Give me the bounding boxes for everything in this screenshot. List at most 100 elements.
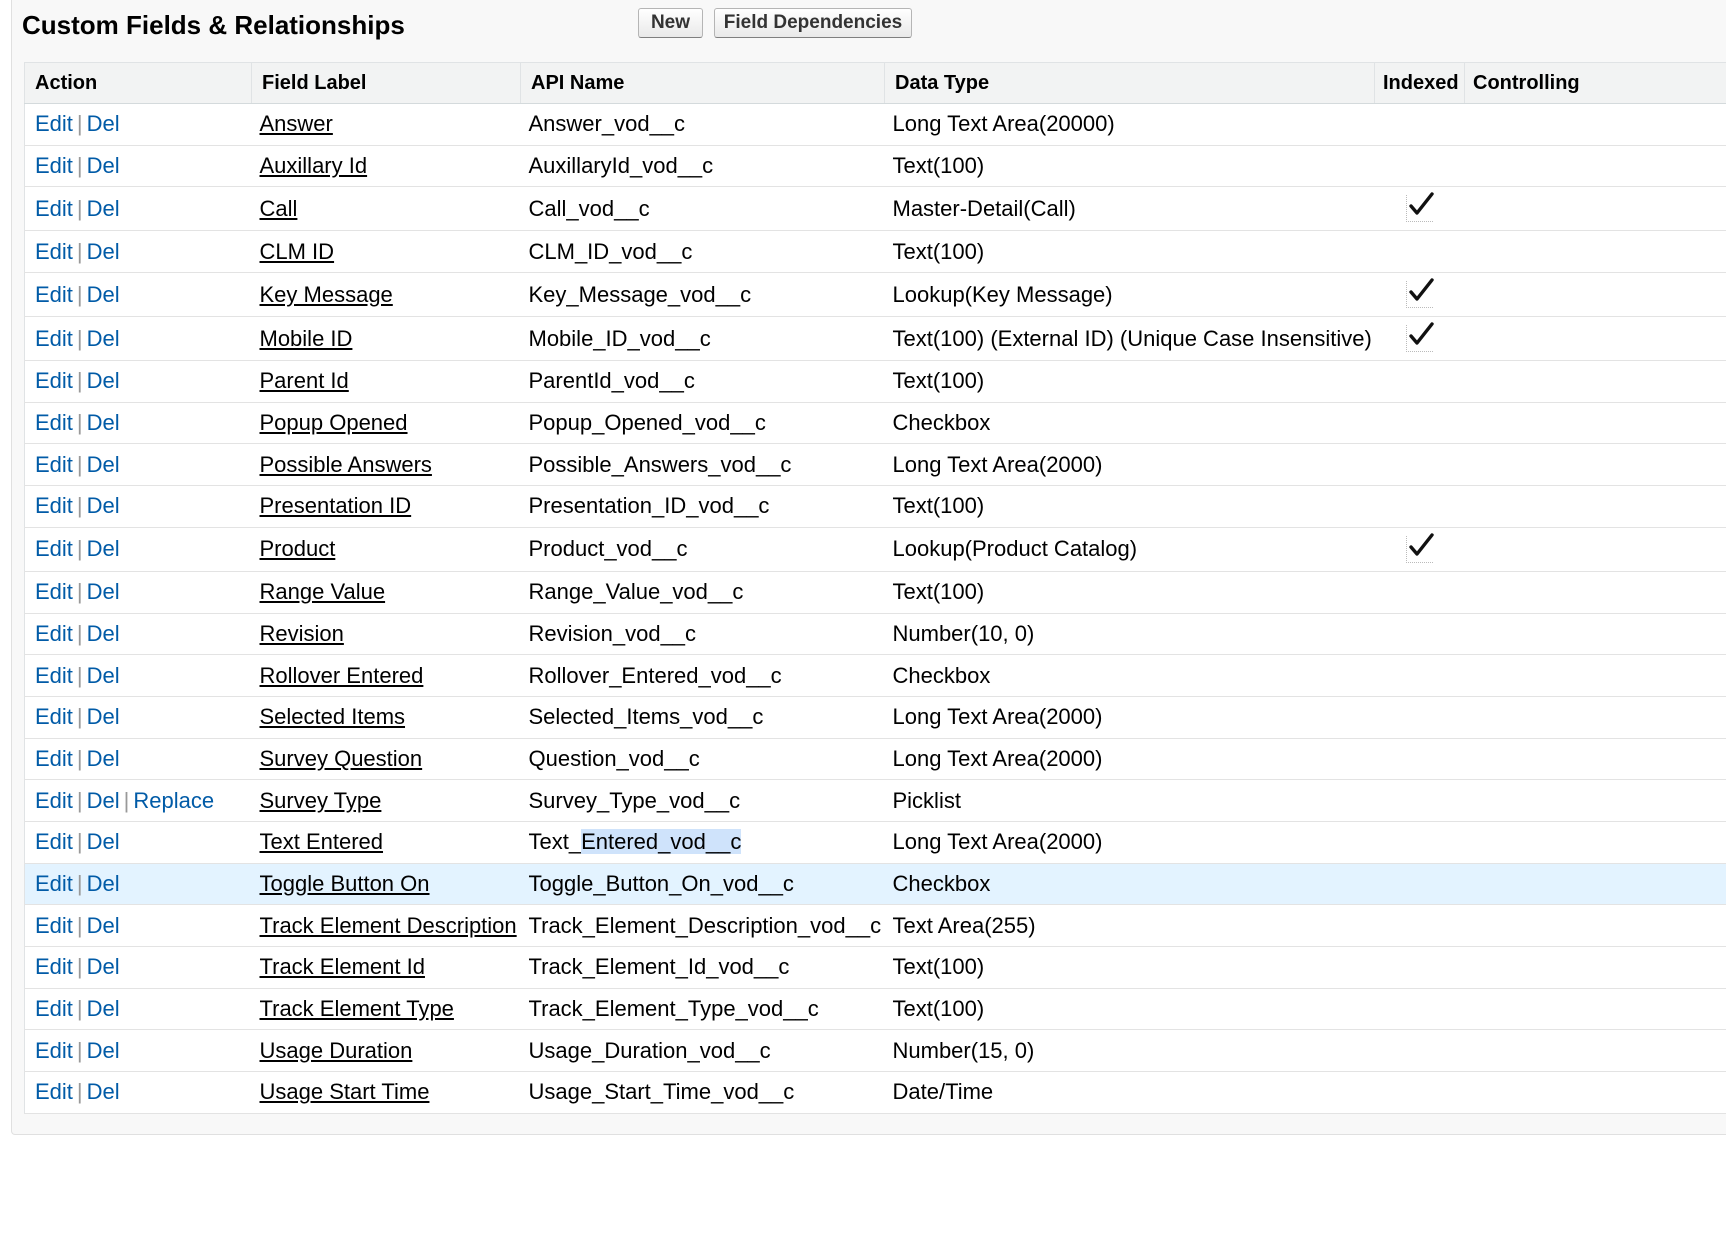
row-actions: Edit | Del	[24, 863, 252, 906]
field-label-link[interactable]: Track Element Description	[260, 913, 517, 938]
field-label-link[interactable]: Call	[260, 196, 298, 221]
data-type-cell: Text(100)	[884, 988, 1375, 1031]
delete-link[interactable]: Del	[87, 913, 120, 938]
delete-link[interactable]: Del	[87, 536, 120, 561]
table-row: Edit | Del | Replace Survey Type Survey_Type_v…	[24, 779, 1726, 822]
delete-link[interactable]: Del	[87, 954, 120, 979]
replace-link[interactable]: Replace	[133, 788, 214, 813]
edit-link[interactable]: Edit	[35, 746, 73, 771]
field-label-link[interactable]: Possible Answers	[260, 452, 432, 477]
field-label-link[interactable]: Rollover Entered	[260, 663, 424, 688]
delete-link[interactable]: Del	[87, 196, 120, 221]
indexed-cell	[1374, 360, 1465, 403]
delete-link[interactable]: Del	[87, 493, 120, 518]
field-label-link[interactable]: Text Entered	[260, 829, 384, 854]
edit-link[interactable]: Edit	[35, 871, 73, 896]
custom-fields-table: Action Field Label API Name Data Type In…	[24, 62, 1726, 1114]
column-header-field-label[interactable]: Field Label	[251, 62, 521, 104]
field-label-link[interactable]: Survey Type	[260, 788, 382, 813]
field-label-link[interactable]: Presentation ID	[260, 493, 412, 518]
column-header-controlling[interactable]: Controlling	[1464, 62, 1726, 104]
edit-link[interactable]: Edit	[35, 621, 73, 646]
edit-link[interactable]: Edit	[35, 239, 73, 264]
field-label-link[interactable]: Answer	[260, 111, 333, 136]
delete-link[interactable]: Del	[87, 1079, 120, 1104]
delete-link[interactable]: Del	[87, 153, 120, 178]
row-actions: Edit | Del	[24, 988, 252, 1031]
field-label-link[interactable]: Toggle Button On	[260, 871, 430, 896]
field-label-link[interactable]: Usage Start Time	[260, 1079, 430, 1104]
edit-link[interactable]: Edit	[35, 282, 73, 307]
delete-link[interactable]: Del	[87, 996, 120, 1021]
field-label-link[interactable]: Track Element Type	[260, 996, 454, 1021]
field-label-link[interactable]: Selected Items	[260, 704, 406, 729]
delete-link[interactable]: Del	[87, 282, 120, 307]
delete-link[interactable]: Del	[87, 704, 120, 729]
field-label-link[interactable]: Parent Id	[260, 368, 349, 393]
delete-link[interactable]: Del	[87, 871, 120, 896]
edit-link[interactable]: Edit	[35, 579, 73, 604]
data-type-cell: Text(100) (External ID) (Unique Case Ins…	[884, 316, 1375, 362]
field-label-cell: Auxillary Id	[251, 145, 521, 188]
edit-link[interactable]: Edit	[35, 1038, 73, 1063]
indexed-cell	[1374, 946, 1465, 989]
field-label-link[interactable]: Track Element Id	[260, 954, 425, 979]
delete-link[interactable]: Del	[87, 326, 120, 351]
column-header-data-type[interactable]: Data Type	[884, 62, 1375, 104]
new-button[interactable]: New	[638, 8, 703, 38]
api-name-cell: Revision_vod__c	[520, 613, 885, 656]
field-label-link[interactable]: Range Value	[260, 579, 386, 604]
field-label-link[interactable]: Mobile ID	[260, 326, 353, 351]
edit-link[interactable]: Edit	[35, 196, 73, 221]
field-label-cell: Track Element Description	[251, 904, 521, 947]
delete-link[interactable]: Del	[87, 239, 120, 264]
field-label-link[interactable]: Product	[260, 536, 336, 561]
field-label-link[interactable]: Popup Opened	[260, 410, 408, 435]
delete-link[interactable]: Del	[87, 788, 120, 813]
edit-link[interactable]: Edit	[35, 326, 73, 351]
edit-link[interactable]: Edit	[35, 111, 73, 136]
action-separator: |	[76, 704, 83, 730]
edit-link[interactable]: Edit	[35, 663, 73, 688]
field-label-link[interactable]: CLM ID	[260, 239, 335, 264]
edit-link[interactable]: Edit	[35, 1079, 73, 1104]
delete-link[interactable]: Del	[87, 663, 120, 688]
field-label-link[interactable]: Usage Duration	[260, 1038, 413, 1063]
edit-link[interactable]: Edit	[35, 368, 73, 393]
field-label-link[interactable]: Survey Question	[260, 746, 423, 771]
delete-link[interactable]: Del	[87, 410, 120, 435]
edit-link[interactable]: Edit	[35, 493, 73, 518]
controlling-cell	[1464, 230, 1726, 274]
column-header-action[interactable]: Action	[24, 62, 252, 104]
edit-link[interactable]: Edit	[35, 913, 73, 938]
action-separator: |	[76, 368, 83, 394]
edit-link[interactable]: Edit	[35, 954, 73, 979]
delete-link[interactable]: Del	[87, 1038, 120, 1063]
column-header-indexed[interactable]: Indexed	[1374, 62, 1465, 104]
data-type-cell: Lookup(Product Catalog)	[884, 527, 1375, 572]
delete-link[interactable]: Del	[87, 829, 120, 854]
delete-link[interactable]: Del	[87, 452, 120, 477]
column-header-api-name[interactable]: API Name	[520, 62, 885, 104]
delete-link[interactable]: Del	[87, 746, 120, 771]
field-label-cell: CLM ID	[251, 230, 521, 274]
field-dependencies-button[interactable]: Field Dependencies	[714, 8, 912, 38]
controlling-cell	[1464, 613, 1726, 656]
delete-link[interactable]: Del	[87, 368, 120, 393]
edit-link[interactable]: Edit	[35, 704, 73, 729]
api-name-cell: Track_Element_Description_vod__c	[520, 904, 885, 947]
edit-link[interactable]: Edit	[35, 996, 73, 1021]
edit-link[interactable]: Edit	[35, 536, 73, 561]
edit-link[interactable]: Edit	[35, 452, 73, 477]
field-label-link[interactable]: Key Message	[260, 282, 393, 307]
edit-link[interactable]: Edit	[35, 829, 73, 854]
delete-link[interactable]: Del	[87, 111, 120, 136]
field-label-link[interactable]: Revision	[260, 621, 344, 646]
edit-link[interactable]: Edit	[35, 788, 73, 813]
edit-link[interactable]: Edit	[35, 153, 73, 178]
edit-link[interactable]: Edit	[35, 410, 73, 435]
delete-link[interactable]: Del	[87, 621, 120, 646]
field-label-link[interactable]: Auxillary Id	[260, 153, 368, 178]
controlling-cell	[1464, 186, 1726, 232]
delete-link[interactable]: Del	[87, 579, 120, 604]
